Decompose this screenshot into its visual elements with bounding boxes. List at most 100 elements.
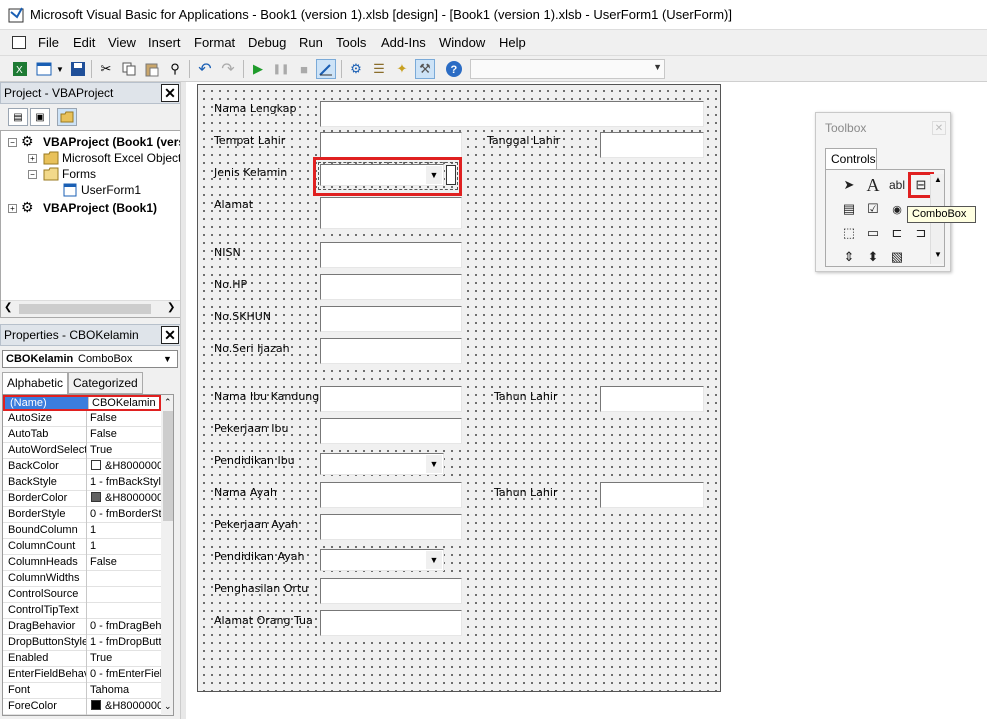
- userform1-canvas[interactable]: Nama Lengkap Tempat Lahir Tanggal Lahir Jen…: [197, 84, 721, 692]
- alamat-orang-tua-textbox[interactable]: [320, 610, 462, 636]
- property-value[interactable]: True: [88, 443, 161, 459]
- property-value[interactable]: 1 - fmDropButt: [88, 635, 161, 651]
- redo-icon[interactable]: ↷: [218, 59, 238, 79]
- form-label[interactable]: No.SKHUN: [214, 310, 271, 323]
- pendidikan-ayah-combobox[interactable]: ▼: [320, 549, 444, 571]
- form-label[interactable]: Nama Lengkap: [214, 102, 296, 115]
- tabstrip-icon[interactable]: ⊏: [886, 222, 908, 244]
- form-label[interactable]: Tanggal Lahir: [487, 134, 560, 147]
- property-row[interactable]: BackColor &H8000000: [3, 459, 161, 475]
- property-value[interactable]: False: [88, 411, 161, 427]
- property-row[interactable]: ColumnCount 1: [3, 539, 161, 555]
- property-value[interactable]: False: [88, 427, 161, 443]
- form-label[interactable]: Jenis Kelamin: [214, 166, 287, 179]
- textbox-icon[interactable]: abl: [886, 174, 908, 196]
- property-row[interactable]: BorderStyle 0 - fmBorderSt: [3, 507, 161, 523]
- commandbutton-icon[interactable]: ▭: [862, 222, 884, 244]
- property-row[interactable]: BoundColumn 1: [3, 523, 161, 539]
- property-value[interactable]: 0 - fmEnterFiel: [88, 667, 161, 683]
- scroll-down-icon[interactable]: ⌄: [164, 701, 172, 712]
- cut-icon[interactable]: ✂: [96, 59, 116, 79]
- tree-node-project-book1-version[interactable]: VBAProject (Book1 (vers: [43, 135, 181, 149]
- property-row[interactable]: Font Tahoma: [3, 683, 161, 699]
- no-skhun-textbox[interactable]: [320, 306, 462, 332]
- view-object-icon[interactable]: ▣: [30, 108, 50, 126]
- expand-icon[interactable]: +: [8, 204, 17, 213]
- view-code-icon[interactable]: ▤: [8, 108, 28, 126]
- tab-alphabetic[interactable]: Alphabetic: [2, 372, 69, 394]
- property-value[interactable]: 1 - fmBackStyle: [88, 475, 161, 491]
- form-label[interactable]: Tahun Lahir: [494, 486, 557, 499]
- tanggal-lahir-textbox[interactable]: [600, 132, 704, 158]
- no-hp-textbox[interactable]: [320, 274, 462, 300]
- property-value[interactable]: 1: [88, 539, 161, 555]
- excel-icon[interactable]: X: [10, 59, 30, 79]
- pekerjaan-ayah-textbox[interactable]: [320, 514, 462, 540]
- form-label[interactable]: Tempat Lahir: [214, 134, 285, 147]
- pekerjaan-ibu-textbox[interactable]: [320, 418, 462, 444]
- scroll-down-icon[interactable]: ▼: [934, 250, 942, 259]
- form-label[interactable]: Pekerjaan Ibu: [214, 422, 288, 435]
- property-value[interactable]: [88, 603, 161, 619]
- chevron-down-icon[interactable]: ▼: [426, 455, 442, 473]
- property-row[interactable]: BorderColor &H8000000: [3, 491, 161, 507]
- property-value[interactable]: &H8000000: [88, 699, 161, 715]
- property-row[interactable]: BackStyle 1 - fmBackStyle: [3, 475, 161, 491]
- menu-add-ins[interactable]: Add-Ins: [381, 35, 426, 50]
- tree-node-userform1[interactable]: UserForm1: [81, 183, 141, 197]
- menu-file[interactable]: File: [38, 35, 59, 50]
- property-row[interactable]: ControlTipText: [3, 603, 161, 619]
- property-value[interactable]: [88, 571, 161, 587]
- property-value[interactable]: &H8000000: [88, 491, 161, 507]
- help-icon[interactable]: ?: [444, 59, 464, 79]
- property-value[interactable]: 0 - fmDragBeh: [88, 619, 161, 635]
- menu-view[interactable]: View: [108, 35, 136, 50]
- property-row[interactable]: DragBehavior 0 - fmDragBeh: [3, 619, 161, 635]
- tahun-lahir-ayah-textbox[interactable]: [600, 482, 704, 508]
- property-row[interactable]: DropButtonStyle 1 - fmDropButt: [3, 635, 161, 651]
- chevron-down-icon[interactable]: ▼: [163, 354, 172, 364]
- break-icon[interactable]: ❚❚: [271, 59, 291, 79]
- form-label[interactable]: Nama Ayah: [214, 486, 277, 499]
- form-label[interactable]: Penghasilan Ortu: [214, 582, 308, 595]
- close-icon[interactable]: ✕: [932, 121, 946, 135]
- chevron-down-icon[interactable]: ▼: [55, 59, 65, 79]
- copy-icon[interactable]: [119, 59, 139, 79]
- project-horizontal-scrollbar[interactable]: ❮ ❯: [1, 300, 181, 317]
- form-label[interactable]: Pekerjaan Ayah: [214, 518, 298, 531]
- scroll-left-icon[interactable]: ❮: [4, 302, 12, 313]
- form-label[interactable]: Tahun Lahir: [494, 390, 557, 403]
- scroll-thumb[interactable]: [163, 411, 173, 521]
- no-seri-ijazah-textbox[interactable]: [320, 338, 462, 364]
- expand-icon[interactable]: +: [28, 154, 37, 163]
- undo-icon[interactable]: ↶: [195, 59, 215, 79]
- insert-userform-icon[interactable]: [35, 59, 55, 79]
- form-label[interactable]: No.Seri Ijazah: [214, 342, 290, 355]
- property-value[interactable]: &H8000000: [88, 459, 161, 475]
- close-icon[interactable]: ✕: [161, 84, 179, 102]
- menu-window[interactable]: Window: [439, 35, 485, 50]
- design-mode-icon[interactable]: [316, 59, 336, 79]
- close-icon[interactable]: ✕: [161, 326, 179, 344]
- menu-insert[interactable]: Insert: [148, 35, 181, 50]
- property-value[interactable]: False: [88, 555, 161, 571]
- tahun-lahir-ibu-textbox[interactable]: [600, 386, 704, 412]
- project-explorer-icon[interactable]: ⚙: [346, 59, 366, 79]
- scroll-up-icon[interactable]: ▲: [934, 175, 942, 184]
- property-row[interactable]: ColumnWidths: [3, 571, 161, 587]
- nama-ayah-textbox[interactable]: [320, 482, 462, 508]
- property-value[interactable]: 0 - fmBorderSt: [88, 507, 161, 523]
- pendidikan-ibu-combobox[interactable]: ▼: [320, 453, 444, 475]
- collapse-icon[interactable]: −: [8, 138, 17, 147]
- property-row[interactable]: ForeColor &H8000000: [3, 699, 161, 715]
- tree-node-project-book1[interactable]: VBAProject (Book1): [43, 201, 157, 215]
- toolbar-position-combo[interactable]: ▼: [470, 59, 665, 79]
- form-label[interactable]: NISN: [214, 246, 241, 259]
- scrollbar-icon[interactable]: ⇕: [838, 246, 860, 268]
- form-label[interactable]: Alamat: [214, 198, 253, 211]
- multipage-icon[interactable]: ⊐: [910, 222, 932, 244]
- checkbox-icon[interactable]: ☑: [862, 198, 884, 220]
- property-row[interactable]: ColumnHeads False: [3, 555, 161, 571]
- listbox-icon[interactable]: ▤: [838, 198, 860, 220]
- scroll-right-icon[interactable]: ❯: [167, 302, 175, 313]
